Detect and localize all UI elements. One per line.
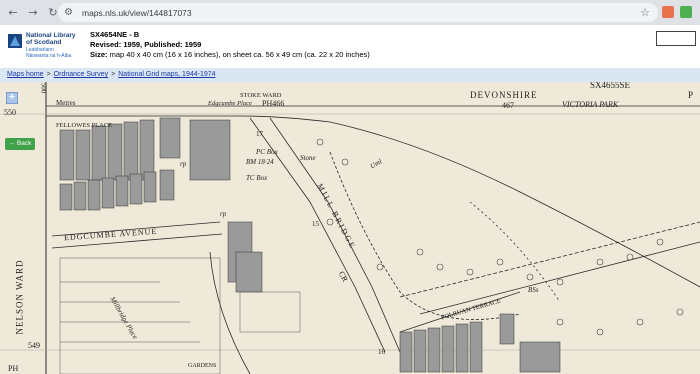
breadcrumb: Maps home > Ordnance Survey > National Grid … [0,68,700,82]
size-value: map 40 x 40 cm (16 x 16 inches), on shee… [109,50,370,59]
map-label-ph: PH [8,364,19,373]
site-info-icon[interactable]: ⚙ [64,7,76,19]
logo-text-line2: of Scotland [26,39,62,46]
map-label-467: 467 [502,101,514,110]
extension-icon-2[interactable] [680,6,692,18]
map-label-metres: Metres [56,99,76,107]
url-text: maps.nls.uk/view/144817073 [82,7,192,18]
map-label-15: 15 [312,220,319,228]
revised-text: Revised: 1959, Published: 1959 [90,40,202,49]
back-button[interactable]: ← Back [5,138,35,150]
map-label-550: 550 [4,108,16,117]
map-label-17: 17 [256,130,263,138]
map-label-devonshire: DEVONSHIRE [470,90,538,100]
address-bar[interactable]: ⚙ maps.nls.uk/view/144817073 ☆ [58,3,658,22]
map-label-500: 500 [39,82,48,94]
nls-logo-mark-icon [8,34,22,48]
map-label-p: P [688,90,694,100]
breadcrumb-separator: > [46,71,51,78]
map-label-rp-2: rp [220,210,227,218]
map-label-victoria-park: VICTORIA PARK [562,100,619,109]
map-label-fellowes-place: FELLOWES PLACE [56,122,113,129]
size-text: Size: map 40 x 40 cm (16 x 16 inches), o… [90,50,370,60]
map-viewer[interactable]: + ← Back Metres STOKE WARD Edgcumbe Plac… [0,82,700,374]
map-label-549: 549 [28,341,40,350]
map-label-stone: Stone [300,154,316,162]
breadcrumb-maps-home[interactable]: Maps home [7,71,44,78]
map-label-bm: BM 18·24 [246,158,274,166]
map-label-stoke-ward: STOKE WARD [240,92,282,99]
map-label-gardens: GARDENS [188,363,217,369]
map-label-sheet-ref: SX4655SE [590,82,631,90]
map-label-edgcumbe-place: Edgcumbe Place [208,100,252,107]
logo-text-line1: National Library [26,32,76,39]
zoom-in-button[interactable]: + [6,92,18,104]
search-input[interactable] [656,31,696,46]
map-label-rp-1: rp [180,160,187,168]
extension-icon[interactable] [662,6,674,18]
back-arrow-icon[interactable]: ← [6,6,20,20]
forward-arrow-icon[interactable]: → [26,6,40,20]
map-label-pc-box: PC Box [256,148,278,156]
breadcrumb-separator: > [111,71,116,78]
nls-logo[interactable]: National Library of Scotland Leabharlann… [8,31,78,63]
breadcrumb-national-grid[interactable]: National Grid maps, 1944-1974 [118,71,215,78]
site-header: National Library of Scotland Leabharlann… [0,25,700,68]
browser-toolbar: ← → ↻ ⚙ maps.nls.uk/view/144817073 ☆ [0,0,700,25]
map-label-16: 16 [378,348,385,356]
map-label-nelson-ward: NELSON WARD [14,259,25,335]
map-label-tc-box: TC Box [246,174,268,182]
size-label: Size: [90,50,108,59]
map-metadata: SX4654NE - B Revised: 1959, Published: 1… [90,30,370,60]
sheet-title: SX4654NE - B [90,30,140,39]
map-label-ph466: PH466 [262,99,285,108]
breadcrumb-ordnance-survey[interactable]: Ordnance Survey [54,71,108,78]
bookmark-star-icon[interactable]: ☆ [640,6,650,19]
map-label-bss: BSs [528,286,539,294]
logo-gaelic-text: Leabharlann Nàiseanta na h-Alba [26,47,72,59]
